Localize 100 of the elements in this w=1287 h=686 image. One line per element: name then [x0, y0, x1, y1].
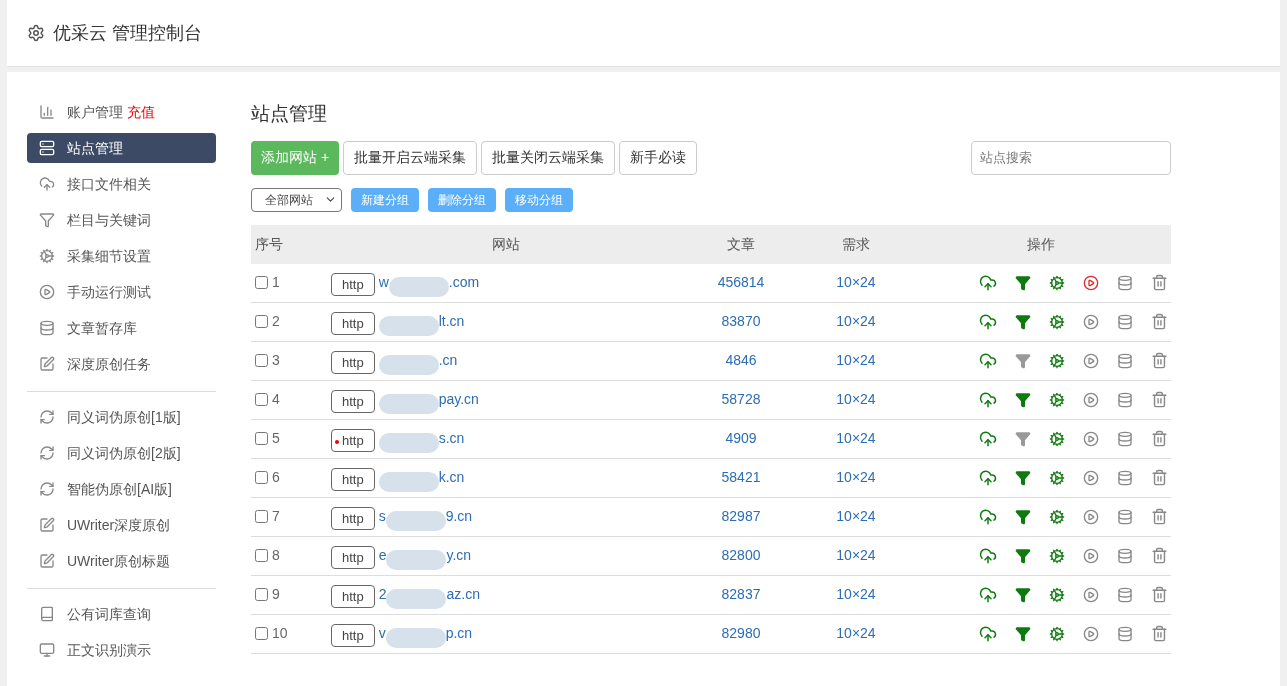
sidebar-item[interactable]: 手动运行测试 — [27, 277, 216, 307]
site-url-start[interactable]: v — [378, 623, 386, 644]
scheme-label[interactable]: http — [331, 467, 375, 492]
row-checkbox[interactable] — [255, 276, 268, 289]
gears-icon[interactable] — [1049, 547, 1065, 564]
scheme-label[interactable]: http — [331, 506, 375, 531]
gears-icon[interactable] — [1049, 430, 1065, 447]
delete-icon[interactable] — [1151, 274, 1168, 291]
database-icon[interactable] — [1117, 391, 1133, 408]
play-icon[interactable] — [1083, 391, 1099, 408]
site-url-end[interactable]: y.cn — [446, 545, 472, 566]
filter-icon[interactable] — [1015, 625, 1031, 642]
upload-cloud-icon[interactable] — [979, 429, 997, 448]
database-icon[interactable] — [1117, 469, 1133, 486]
delete-icon[interactable] — [1151, 547, 1168, 564]
toolbar-button[interactable]: 批量开启云端采集 — [343, 140, 478, 175]
upload-cloud-icon[interactable] — [979, 351, 997, 370]
gears-icon[interactable] — [1049, 313, 1065, 330]
gears-icon[interactable] — [1049, 586, 1065, 603]
sidebar-item[interactable]: 智能伪原创[AI版] — [27, 474, 216, 504]
site-url-end[interactable]: s.cn — [438, 428, 465, 449]
delete-icon[interactable] — [1151, 586, 1168, 603]
toolbar-button[interactable]: 新手必读 — [619, 140, 698, 175]
row-checkbox[interactable] — [255, 549, 268, 562]
row-checkbox[interactable] — [255, 471, 268, 484]
delete-icon[interactable] — [1151, 352, 1168, 369]
toolbar-button[interactable]: 批量关闭云端采集 — [481, 140, 616, 175]
play-icon[interactable] — [1083, 469, 1099, 486]
filter-icon[interactable] — [1015, 352, 1031, 369]
upload-cloud-icon[interactable] — [979, 273, 997, 292]
database-icon[interactable] — [1117, 625, 1133, 642]
filter-icon[interactable] — [1015, 508, 1031, 525]
database-icon[interactable] — [1117, 313, 1133, 330]
sidebar-item[interactable]: 接口文件相关 — [27, 169, 216, 199]
row-checkbox[interactable] — [255, 510, 268, 523]
site-url-end[interactable]: k.cn — [438, 467, 465, 488]
gears-icon[interactable] — [1049, 469, 1065, 486]
filter-icon[interactable] — [1015, 391, 1031, 408]
upload-cloud-icon[interactable] — [979, 468, 997, 487]
site-url-end[interactable]: pay.cn — [438, 389, 479, 410]
search-field[interactable]: 站点搜索 — [971, 140, 1171, 175]
play-icon[interactable] — [1083, 274, 1099, 291]
site-url-start[interactable]: 2 — [378, 584, 387, 605]
upload-cloud-icon[interactable] — [979, 507, 997, 526]
gears-icon[interactable] — [1049, 274, 1065, 291]
delete-icon[interactable] — [1151, 508, 1168, 525]
scheme-label[interactable]: http — [331, 545, 375, 570]
sidebar-item[interactable]: 栏目与关键词 — [27, 205, 216, 235]
database-icon[interactable] — [1117, 430, 1133, 447]
sidebar-item[interactable]: 站点管理 — [27, 133, 216, 163]
database-icon[interactable] — [1117, 547, 1133, 564]
filter-icon[interactable] — [1015, 586, 1031, 603]
scheme-label[interactable]: http — [331, 584, 375, 609]
play-icon[interactable] — [1083, 547, 1099, 564]
upload-cloud-icon[interactable] — [979, 624, 997, 643]
scheme-label[interactable]: http — [331, 350, 375, 375]
filter-icon[interactable] — [1015, 469, 1031, 486]
sidebar-item[interactable]: 深度原创任务 — [27, 349, 216, 379]
sidebar-item[interactable]: 同义词伪原创[2版] — [27, 438, 216, 468]
site-url-end[interactable]: .com — [448, 272, 480, 293]
database-icon[interactable] — [1117, 352, 1133, 369]
site-url-start[interactable]: w — [378, 272, 389, 293]
sidebar-item[interactable]: 采集细节设置 — [27, 241, 216, 271]
delete-icon[interactable] — [1151, 313, 1168, 330]
gears-icon[interactable] — [1049, 508, 1065, 525]
delete-icon[interactable] — [1151, 469, 1168, 486]
scheme-label[interactable]: http — [331, 428, 375, 453]
filter-icon[interactable] — [1015, 430, 1031, 447]
site-url-end[interactable]: az.cn — [446, 584, 480, 605]
play-icon[interactable] — [1083, 508, 1099, 525]
sidebar-item[interactable]: 正文识别演示 — [27, 635, 216, 665]
scheme-label[interactable]: http — [331, 623, 375, 648]
delete-icon[interactable] — [1151, 430, 1168, 447]
upload-cloud-icon[interactable] — [979, 585, 997, 604]
group-select[interactable]: 全部网站 — [251, 187, 342, 212]
settings-icon[interactable] — [27, 24, 45, 42]
play-icon[interactable] — [1083, 313, 1099, 330]
site-url-start[interactable]: s — [378, 506, 386, 527]
scheme-label[interactable]: http — [331, 311, 375, 336]
scheme-label[interactable]: http — [331, 389, 375, 414]
row-checkbox[interactable] — [255, 393, 268, 406]
filter-icon[interactable] — [1015, 547, 1031, 564]
sidebar-item[interactable]: UWriter深度原创 — [27, 510, 216, 540]
filter-icon[interactable] — [1015, 274, 1031, 291]
gears-icon[interactable] — [1049, 625, 1065, 642]
sidebar-item[interactable]: UWriter原创标题 — [27, 546, 216, 576]
play-icon[interactable] — [1083, 586, 1099, 603]
upload-cloud-icon[interactable] — [979, 390, 997, 409]
database-icon[interactable] — [1117, 586, 1133, 603]
delete-icon[interactable] — [1151, 391, 1168, 408]
row-checkbox[interactable] — [255, 432, 268, 445]
database-icon[interactable] — [1117, 508, 1133, 525]
site-url-end[interactable]: .cn — [438, 350, 458, 371]
gears-icon[interactable] — [1049, 391, 1065, 408]
database-icon[interactable] — [1117, 274, 1133, 291]
upload-cloud-icon[interactable] — [979, 546, 997, 565]
recharge-link[interactable]: 充值 — [127, 101, 155, 123]
play-icon[interactable] — [1083, 430, 1099, 447]
play-icon[interactable] — [1083, 625, 1099, 642]
row-checkbox[interactable] — [255, 315, 268, 328]
